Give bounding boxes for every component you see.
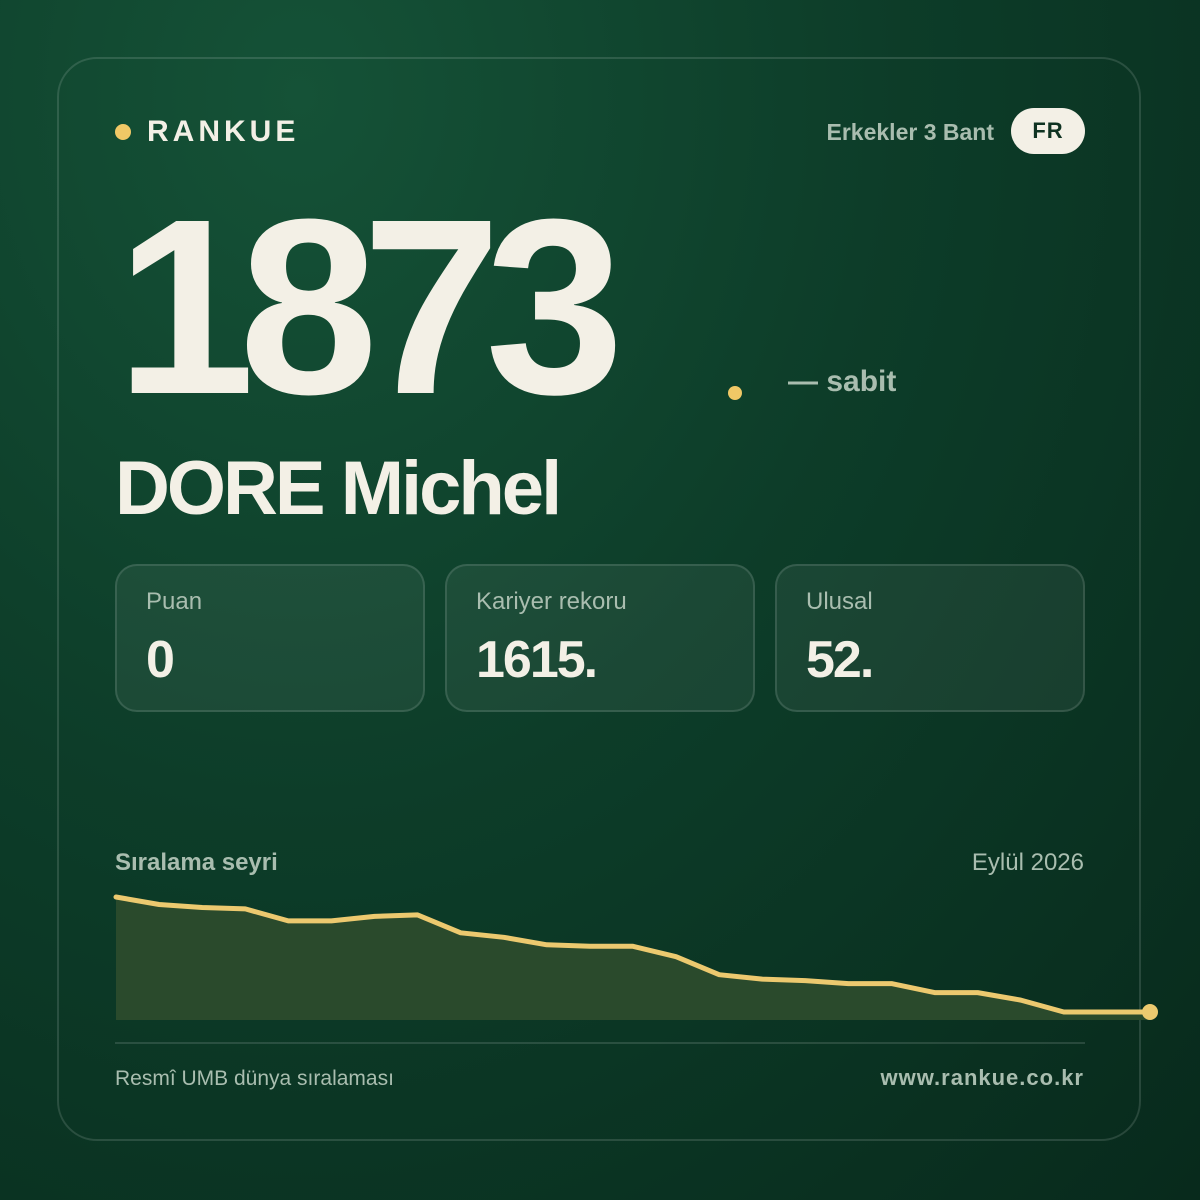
stat-value: 1615. bbox=[476, 631, 598, 689]
stat-label: Ulusal bbox=[806, 588, 873, 615]
stat-value: 52. bbox=[806, 631, 874, 689]
rank-trend: — sabit bbox=[788, 365, 897, 398]
world-rank: 1873 bbox=[116, 167, 624, 446]
footer-divider bbox=[115, 1042, 1085, 1044]
footer-source: Resmî UMB dünya sıralaması bbox=[115, 1067, 394, 1090]
stat-label: Kariyer rekoru bbox=[476, 588, 627, 615]
rank-dot-icon bbox=[728, 386, 742, 400]
footer-url: www.rankue.co.kr bbox=[880, 1065, 1084, 1090]
stat-value: 0 bbox=[146, 631, 175, 689]
stat-card-career-record: Kariyer rekoru 1615. bbox=[445, 564, 755, 712]
brand-dot-icon bbox=[115, 124, 131, 140]
chart-current-point bbox=[1142, 1004, 1158, 1020]
country-badge: FR bbox=[1011, 108, 1085, 154]
chart-title: Sıralama seyri bbox=[115, 849, 278, 876]
chart-date: Eylül 2026 bbox=[971, 849, 1084, 876]
stat-card-national: Ulusal 52. bbox=[775, 564, 1085, 712]
stat-label: Puan bbox=[146, 588, 203, 615]
player-name: DORE Michel bbox=[115, 446, 562, 531]
stat-card-points: Puan 0 bbox=[115, 564, 425, 712]
brand-logo: RANKUE bbox=[115, 112, 299, 152]
category-label: Erkekler 3 Bant bbox=[826, 119, 994, 145]
brand-name: RANKUE bbox=[147, 115, 300, 148]
